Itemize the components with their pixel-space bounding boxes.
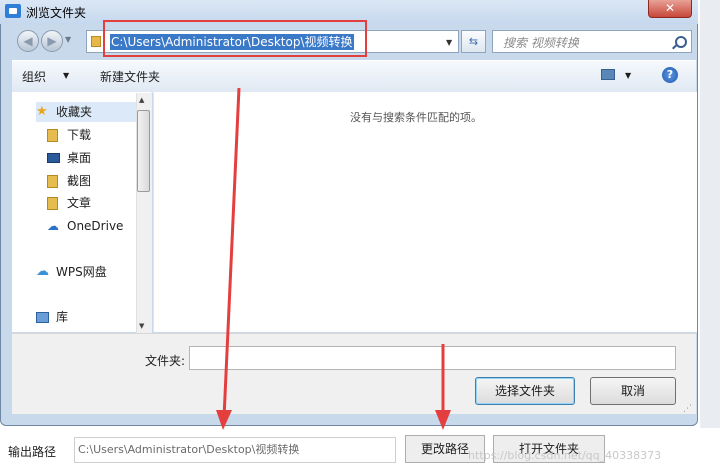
empty-results-message: 没有与搜索条件匹配的项。 [350, 111, 482, 124]
cloud-icon: ☁ [36, 264, 49, 279]
search-input[interactable]: 搜索 视频转换 [492, 30, 692, 53]
search-placeholder: 搜索 视频转换 [503, 36, 579, 50]
cloud-icon: ☁ [47, 219, 59, 233]
sidebar-item-label: 收藏夹 [56, 105, 93, 119]
dialog-app-icon [5, 4, 21, 18]
organize-button[interactable]: 组织 [22, 68, 46, 85]
new-folder-button[interactable]: 新建文件夹 [100, 68, 160, 85]
resize-grip-icon[interactable]: ⋰ [683, 404, 692, 414]
file-list-pane[interactable] [153, 92, 697, 332]
sidebar-item-label: 桌面 [67, 151, 92, 165]
scrollbar-thumb[interactable] [137, 110, 150, 192]
select-folder-button[interactable]: 选择文件夹 [475, 377, 575, 405]
desktop-icon [47, 153, 60, 163]
folder-icon [47, 129, 58, 142]
output-path-label: 输出路径 [8, 445, 57, 459]
chevron-down-icon[interactable]: ▼ [625, 71, 631, 80]
library-icon [36, 312, 49, 323]
sidebar-item-label: OneDrive [67, 219, 124, 233]
back-arrow-icon[interactable]: ◀ [17, 30, 39, 52]
sidebar-item-label: 下载 [67, 128, 92, 142]
output-path-field[interactable]: C:\Users\Administrator\Desktop\视频转换 [74, 437, 396, 463]
sidebar-item-favorites[interactable]: ★ 收藏夹 [36, 102, 136, 122]
sidebar-item-label: 库 [56, 310, 69, 324]
close-button[interactable]: ✕ [648, 0, 692, 18]
forward-arrow-icon[interactable]: ▶ [41, 30, 63, 52]
dialog-title: 浏览文件夹 [26, 6, 87, 20]
annotation-highlight-box [103, 20, 367, 57]
background-app-edge [700, 0, 720, 430]
refresh-icon[interactable]: ⇆ [461, 30, 486, 53]
folder-icon [47, 175, 58, 188]
sidebar-item-label: 截图 [67, 174, 92, 188]
star-icon: ★ [36, 104, 48, 119]
watermark-text: https://blog.csdn.net/qq_40338373 [468, 449, 662, 462]
recent-pages-dropdown-icon[interactable]: ▼ [65, 35, 71, 44]
help-icon[interactable]: ? [662, 67, 678, 83]
chevron-down-icon[interactable]: ▼ [63, 71, 69, 80]
address-dropdown-icon[interactable]: ▼ [446, 38, 452, 47]
folder-icon [47, 197, 58, 210]
scroll-up-icon[interactable]: ▲ [139, 96, 144, 104]
cancel-button[interactable]: 取消 [590, 377, 676, 405]
sidebar-item-label: 文章 [67, 196, 92, 210]
folder-icon [91, 36, 101, 47]
sidebar-item-label: WPS网盘 [56, 265, 107, 279]
scroll-down-icon[interactable]: ▼ [139, 322, 144, 330]
folder-field-label: 文件夹: [145, 354, 186, 368]
search-icon[interactable] [675, 36, 687, 48]
view-options-icon[interactable] [601, 69, 615, 80]
folder-name-input[interactable] [189, 346, 676, 370]
